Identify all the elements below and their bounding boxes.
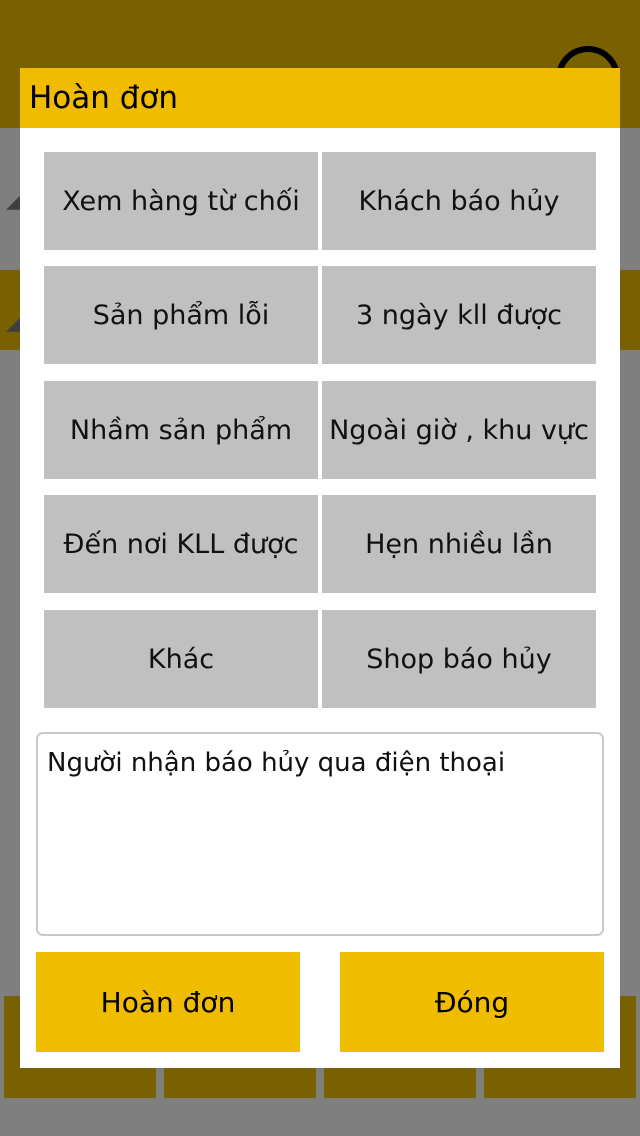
reason-button[interactable]: Ngoài giờ , khu vực	[322, 381, 596, 479]
reason-button[interactable]: Nhầm sản phẩm	[44, 381, 318, 479]
reason-button[interactable]: Shop báo hủy	[322, 610, 596, 708]
reason-button[interactable]: Hẹn nhiều lần	[322, 495, 596, 593]
reason-button[interactable]: Đến nơi KLL được	[44, 495, 318, 593]
reason-button[interactable]: Xem hàng từ chối	[44, 152, 318, 250]
dialog-header: Hoàn đơn	[20, 68, 620, 128]
dialog-title: Hoàn đơn	[29, 80, 179, 116]
confirm-return-button[interactable]: Hoàn đơn	[36, 952, 300, 1052]
reason-button[interactable]: Sản phẩm lỗi	[44, 266, 318, 364]
reason-button[interactable]: Khách báo hủy	[322, 152, 596, 250]
note-textarea[interactable]: Người nhận báo hủy qua điện thoại	[36, 732, 604, 936]
reason-button[interactable]: Khác	[44, 610, 318, 708]
reason-button[interactable]: 3 ngày kll được	[322, 266, 596, 364]
return-order-dialog: Hoàn đơn Xem hàng từ chối Khách báo hủy …	[20, 68, 620, 1068]
close-button[interactable]: Đóng	[340, 952, 604, 1052]
screen: ◢ ◢ Hoàn đơn Xem hàng từ chối Khách báo …	[0, 0, 640, 1136]
